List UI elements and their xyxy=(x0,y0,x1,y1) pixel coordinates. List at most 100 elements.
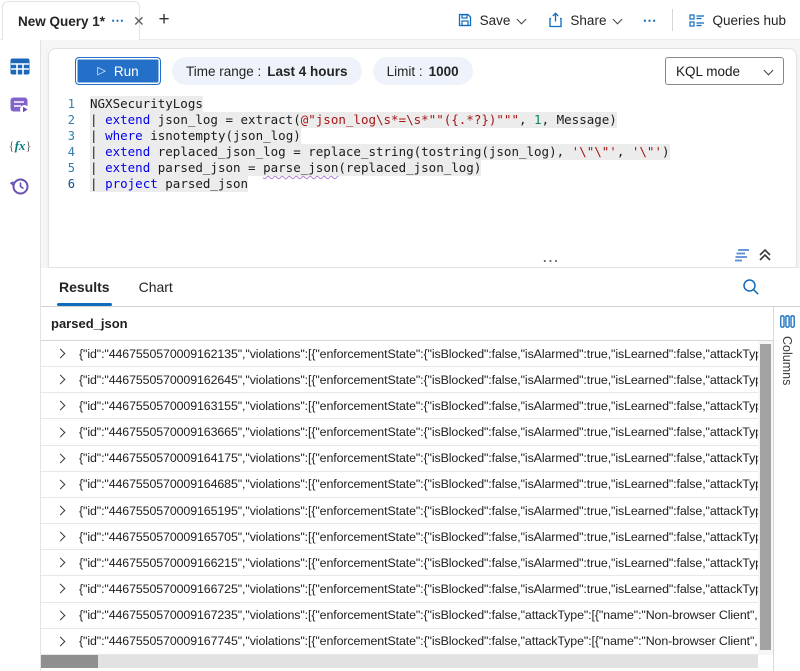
tab-title: New Query 1* xyxy=(18,14,105,29)
more-actions-button[interactable]: ⋯ xyxy=(638,12,662,29)
new-tab-button[interactable]: + xyxy=(150,6,178,34)
query-toolbar: ▷ Run Time range : Last 4 hours Limit : … xyxy=(49,49,796,93)
search-results-button[interactable] xyxy=(742,278,760,301)
pane-splitter-handle[interactable]: ... xyxy=(543,250,560,265)
left-sidebar: {fx} xyxy=(0,40,41,671)
dashboards-icon[interactable] xyxy=(8,94,32,118)
code-line[interactable]: 5 | extend parsed_json = parse_json(repla… xyxy=(49,160,796,176)
columns-panel-label: Columns xyxy=(780,336,794,385)
table-row[interactable]: {"id":"4467550570009162135","violations"… xyxy=(41,341,758,367)
code-editor[interactable]: 1NGXSecurityLogs2 | extend json_log = ext… xyxy=(49,96,796,192)
row-json-text: {"id":"4467550570009165705","violations"… xyxy=(79,530,758,544)
row-json-text: {"id":"4467550570009164175","violations"… xyxy=(79,451,758,465)
table-row[interactable]: {"id":"4467550570009163665","violations"… xyxy=(41,419,758,445)
query-tab[interactable]: New Query 1* ⋯ ✕ xyxy=(2,1,140,40)
code-line[interactable]: 3 | where isnotempty(json_log) xyxy=(49,128,796,144)
limit-pill[interactable]: Limit : 1000 xyxy=(373,57,473,85)
row-json-text: {"id":"4467550570009167235","violations"… xyxy=(79,608,758,622)
row-expand-chevron-icon[interactable] xyxy=(41,507,79,514)
table-row[interactable]: {"id":"4467550570009164175","violations"… xyxy=(41,446,758,472)
divider xyxy=(672,9,673,31)
horizontal-scrollbar[interactable] xyxy=(41,655,758,668)
results-tab-bar: Results Chart xyxy=(41,268,800,307)
row-expand-chevron-icon[interactable] xyxy=(41,533,79,540)
limit-label: Limit : xyxy=(387,64,423,79)
run-button[interactable]: ▷ Run xyxy=(75,57,161,85)
code-line[interactable]: 1NGXSecurityLogs xyxy=(49,96,796,112)
columns-side-panel-toggle[interactable]: Columns xyxy=(773,307,800,671)
vertical-scrollbar[interactable] xyxy=(758,341,773,655)
collapse-editor-icon[interactable] xyxy=(758,248,772,262)
query-editor-panel: ▷ Run Time range : Last 4 hours Limit : … xyxy=(48,48,797,268)
play-icon: ▷ xyxy=(97,66,105,77)
row-expand-chevron-icon[interactable] xyxy=(41,481,79,488)
query-history-icon[interactable] xyxy=(8,174,32,198)
results-panel: Results Chart parsed_json {"id":"4467550… xyxy=(41,268,800,671)
tab-chart[interactable]: Chart xyxy=(139,268,173,306)
functions-icon[interactable]: {fx} xyxy=(8,134,32,158)
queries-hub-icon xyxy=(689,13,705,28)
horizontal-scrollbar-thumb[interactable] xyxy=(41,655,98,668)
row-expand-chevron-icon[interactable] xyxy=(41,376,79,383)
line-number: 1 xyxy=(49,96,75,112)
queries-hub-label: Queries hub xyxy=(712,13,786,28)
row-json-text: {"id":"4467550570009162135","violations"… xyxy=(79,347,758,361)
column-header-parsed-json[interactable]: parsed_json xyxy=(41,307,773,341)
chevron-down-icon xyxy=(517,14,526,23)
line-number: 5 xyxy=(49,160,75,176)
code-line-text: | where isnotempty(json_log) xyxy=(90,128,301,144)
time-range-pill[interactable]: Time range : Last 4 hours xyxy=(172,57,362,85)
line-number: 6 xyxy=(49,176,75,192)
code-line[interactable]: 6| project parsed_json xyxy=(49,176,796,192)
code-line[interactable]: 2 | extend json_log = extract(@"json_log\… xyxy=(49,112,796,128)
table-row[interactable]: {"id":"4467550570009166215","violations"… xyxy=(41,550,758,576)
code-lines: 1NGXSecurityLogs2 | extend json_log = ext… xyxy=(49,96,796,192)
grid-rows: {"id":"4467550570009162135","violations"… xyxy=(41,341,758,655)
table-row[interactable]: {"id":"4467550570009162645","violations"… xyxy=(41,367,758,393)
header-actions: Save Share ⋯ xyxy=(451,0,792,40)
table-row[interactable]: {"id":"4467550570009166725","violations"… xyxy=(41,576,758,602)
row-expand-chevron-icon[interactable] xyxy=(41,429,79,436)
editor-corner-tools xyxy=(734,248,772,262)
table-row[interactable]: {"id":"4467550570009165195","violations"… xyxy=(41,498,758,524)
row-json-text: {"id":"4467550570009166215","violations"… xyxy=(79,556,758,570)
line-number: 2 xyxy=(49,112,75,128)
tab-results[interactable]: Results xyxy=(59,268,110,306)
save-label: Save xyxy=(480,13,511,28)
app-window: New Query 1* ⋯ ✕ + Save S xyxy=(0,0,800,671)
table-row[interactable]: {"id":"4467550570009167235","violations"… xyxy=(41,603,758,629)
code-line[interactable]: 4| extend replaced_json_log = replace_st… xyxy=(49,144,796,160)
code-line-text: | extend parsed_json = parse_json(replac… xyxy=(90,160,481,176)
row-expand-chevron-icon[interactable] xyxy=(41,455,79,462)
chevron-down-icon xyxy=(613,14,622,23)
row-expand-chevron-icon[interactable] xyxy=(41,350,79,357)
line-number: 4 xyxy=(49,144,75,160)
save-button[interactable]: Save xyxy=(451,8,533,32)
table-row[interactable]: {"id":"4467550570009164685","violations"… xyxy=(41,472,758,498)
vertical-scrollbar-thumb[interactable] xyxy=(760,344,771,650)
table-row[interactable]: {"id":"4467550570009165705","violations"… xyxy=(41,524,758,550)
row-expand-chevron-icon[interactable] xyxy=(41,612,79,619)
run-label: Run xyxy=(114,64,139,79)
row-expand-chevron-icon[interactable] xyxy=(41,638,79,645)
time-range-label: Time range : xyxy=(186,64,261,79)
data-explorer-icon[interactable] xyxy=(8,54,32,78)
chevron-down-icon xyxy=(764,65,773,74)
kql-mode-dropdown[interactable]: KQL mode xyxy=(665,57,784,85)
table-row[interactable]: {"id":"4467550570009167745","violations"… xyxy=(41,629,758,655)
line-number: 3 xyxy=(49,128,75,144)
tab-more-icon[interactable]: ⋯ xyxy=(111,16,125,26)
table-row[interactable]: {"id":"4467550570009163155","violations"… xyxy=(41,393,758,419)
format-lines-icon[interactable] xyxy=(734,248,751,262)
row-expand-chevron-icon[interactable] xyxy=(41,402,79,409)
row-json-text: {"id":"4467550570009162645","violations"… xyxy=(79,373,758,387)
row-expand-chevron-icon[interactable] xyxy=(41,585,79,592)
share-button[interactable]: Share xyxy=(542,8,628,32)
row-json-text: {"id":"4467550570009164685","violations"… xyxy=(79,477,758,491)
kql-mode-value: KQL mode xyxy=(676,64,740,79)
row-json-text: {"id":"4467550570009165195","violations"… xyxy=(79,504,758,518)
row-expand-chevron-icon[interactable] xyxy=(41,559,79,566)
code-line-text: | extend json_log = extract(@"json_log\s… xyxy=(90,112,617,128)
tab-close-icon[interactable]: ✕ xyxy=(131,13,147,30)
queries-hub-button[interactable]: Queries hub xyxy=(683,9,792,32)
